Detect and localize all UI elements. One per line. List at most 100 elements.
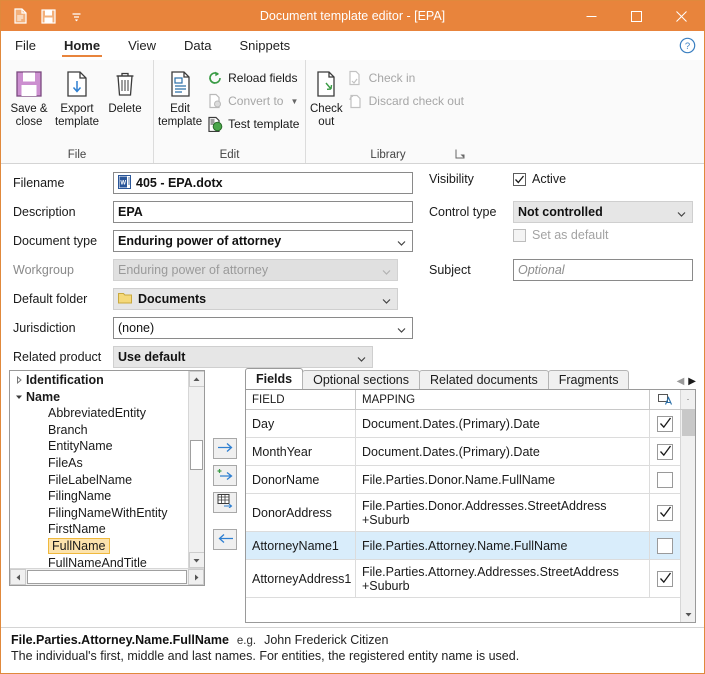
window-controls <box>569 1 704 31</box>
maximize-button[interactable] <box>614 1 659 31</box>
control-type-select[interactable]: Not controlled <box>513 201 693 223</box>
table-row[interactable]: AttorneyName1 File.Parties.Attorney.Name… <box>246 532 680 560</box>
tree-horizontal-scrollbar[interactable] <box>10 568 204 585</box>
delete-button[interactable]: Delete <box>101 63 149 116</box>
insert-field-button[interactable] <box>213 438 237 459</box>
active-checkbox[interactable]: Active <box>513 172 566 186</box>
column-header-field[interactable]: FIELD <box>246 390 356 409</box>
panel-tab-optional-sections[interactable]: Optional sections <box>302 370 421 389</box>
save-and-close-button[interactable]: Save & close <box>5 63 53 129</box>
scroll-up-button[interactable] <box>188 371 204 387</box>
scroll-left-button[interactable] <box>10 569 26 585</box>
discard-check-out-button[interactable]: Discard check out <box>343 90 468 112</box>
tab-home[interactable]: Home <box>50 31 114 59</box>
check-out-button[interactable]: Check out <box>310 63 343 129</box>
panel-tab-fields[interactable]: Fields <box>245 368 304 389</box>
chevron-down-icon[interactable]: ▼ <box>290 97 299 106</box>
cell-checkbox[interactable] <box>650 438 680 465</box>
remove-field-button[interactable] <box>213 529 237 550</box>
add-field-button[interactable] <box>213 465 237 486</box>
tree-vertical-scrollbar[interactable] <box>188 371 204 568</box>
cell-checkbox[interactable] <box>650 410 680 437</box>
scroll-down-button[interactable] <box>188 552 204 568</box>
export-template-button[interactable]: Export template <box>53 63 101 129</box>
scroll-thumb[interactable] <box>27 570 187 584</box>
tab-file[interactable]: File <box>1 31 50 59</box>
cell-checkbox[interactable] <box>650 532 680 559</box>
convert-to-button[interactable]: Convert to ▼ <box>202 90 303 112</box>
chevron-down-icon[interactable] <box>12 393 26 401</box>
table-row[interactable]: MonthYear Document.Dates.(Primary).Date <box>246 438 680 466</box>
scroll-thumb[interactable] <box>190 440 203 470</box>
tree-item-fileas[interactable]: FileAs <box>10 455 188 472</box>
tab-next-icon[interactable]: ▶ <box>688 376 696 387</box>
ribbon-tab-bar: File Home View Data Snippets ? <box>1 31 704 60</box>
tree-item-filingnamewithentity[interactable]: FilingNameWithEntity <box>10 505 188 522</box>
filename-input[interactable]: W 405 - EPA.dotx <box>113 172 413 194</box>
test-template-button[interactable]: Test template <box>202 113 303 135</box>
tree-item-abbreviatedentity[interactable]: AbbreviatedEntity <box>10 405 188 422</box>
cell-checkbox[interactable] <box>650 466 680 493</box>
description-input[interactable]: EPA <box>113 201 413 223</box>
jurisdiction-select[interactable]: (none) <box>113 317 413 339</box>
document-type-select[interactable]: Enduring power of attorney <box>113 230 413 252</box>
reload-fields-button[interactable]: Reload fields <box>202 67 303 89</box>
panel-tab-fragments[interactable]: Fragments <box>547 370 630 389</box>
tree-item-fullnameandtitle[interactable]: FullNameAndTitle <box>10 555 188 568</box>
tree-item-name[interactable]: Name <box>10 389 188 406</box>
cell-checkbox[interactable] <box>650 494 680 531</box>
subject-input[interactable]: Optional <box>513 259 693 281</box>
row-checkbox-unchecked <box>657 537 673 554</box>
row-checkbox-unchecked <box>657 471 673 488</box>
tree-item-fullname[interactable]: FullName <box>10 538 188 555</box>
tree-item-entityname[interactable]: EntityName <box>10 438 188 455</box>
customize-quick-access-icon[interactable] <box>63 4 89 28</box>
tab-view[interactable]: View <box>114 31 170 59</box>
visibility-label: Visibility <box>429 172 474 186</box>
tree-item-firstname[interactable]: FirstName <box>10 521 188 538</box>
tree-item-identification[interactable]: Identification <box>10 372 188 389</box>
check-in-button[interactable]: Check in <box>343 67 468 89</box>
new-document-icon[interactable] <box>7 4 33 28</box>
save-icon[interactable] <box>35 4 61 28</box>
grid-vertical-scrollbar[interactable] <box>680 410 695 622</box>
table-row[interactable]: Day Document.Dates.(Primary).Date <box>246 410 680 438</box>
tree-item-branch[interactable]: Branch <box>10 422 188 439</box>
scroll-track[interactable] <box>190 387 203 552</box>
scroll-thumb[interactable] <box>681 410 695 436</box>
minimize-button[interactable] <box>569 1 614 31</box>
table-row[interactable]: DonorAddress File.Parties.Donor.Addresse… <box>246 494 680 532</box>
column-header-mapping[interactable]: MAPPING <box>356 390 650 409</box>
grid-scroll-up-button[interactable] <box>680 390 695 409</box>
default-folder-select[interactable]: Documents <box>113 288 398 310</box>
table-arrow-icon <box>217 494 234 511</box>
filename-value: 405 - EPA.dotx <box>136 176 223 190</box>
panel-tab-label: Fields <box>256 372 293 386</box>
field-tree[interactable]: Identification Name AbbreviatedEntity Br… <box>9 370 205 586</box>
table-row[interactable]: AttorneyAddress1 File.Parties.Attorney.A… <box>246 560 680 598</box>
tab-snippets[interactable]: Snippets <box>226 31 305 59</box>
tab-prev-icon[interactable]: ◀ <box>677 376 685 387</box>
tab-view-label: View <box>128 37 157 53</box>
tab-data[interactable]: Data <box>170 31 225 59</box>
tree-item-filingname[interactable]: FilingName <box>10 488 188 505</box>
fields-grid-rows: Day Document.Dates.(Primary).Date MonthY… <box>246 410 680 622</box>
close-button[interactable] <box>659 1 704 31</box>
tree-item-filelabelname[interactable]: FileLabelName <box>10 472 188 489</box>
edit-document-icon <box>165 67 195 101</box>
chevron-right-icon[interactable] <box>12 376 26 385</box>
cell-checkbox[interactable] <box>650 560 680 597</box>
edit-template-button[interactable]: Edit template <box>158 63 202 129</box>
column-header-options[interactable] <box>650 390 680 409</box>
grid-scroll-down-button[interactable] <box>680 606 695 622</box>
table-row[interactable]: DonorName File.Parties.Donor.Name.FullNa… <box>246 466 680 494</box>
delete-label: Delete <box>108 103 142 115</box>
library-dialog-launcher-icon[interactable] <box>453 147 467 161</box>
document-type-label: Document type <box>13 234 98 248</box>
scroll-right-button[interactable] <box>188 569 204 585</box>
related-product-select[interactable]: Use default <box>113 346 373 368</box>
help-icon[interactable]: ? <box>679 31 696 59</box>
insert-table-button[interactable] <box>213 492 237 513</box>
tree-item-label: FilingName <box>48 489 112 504</box>
panel-tab-related-documents[interactable]: Related documents <box>419 370 549 389</box>
